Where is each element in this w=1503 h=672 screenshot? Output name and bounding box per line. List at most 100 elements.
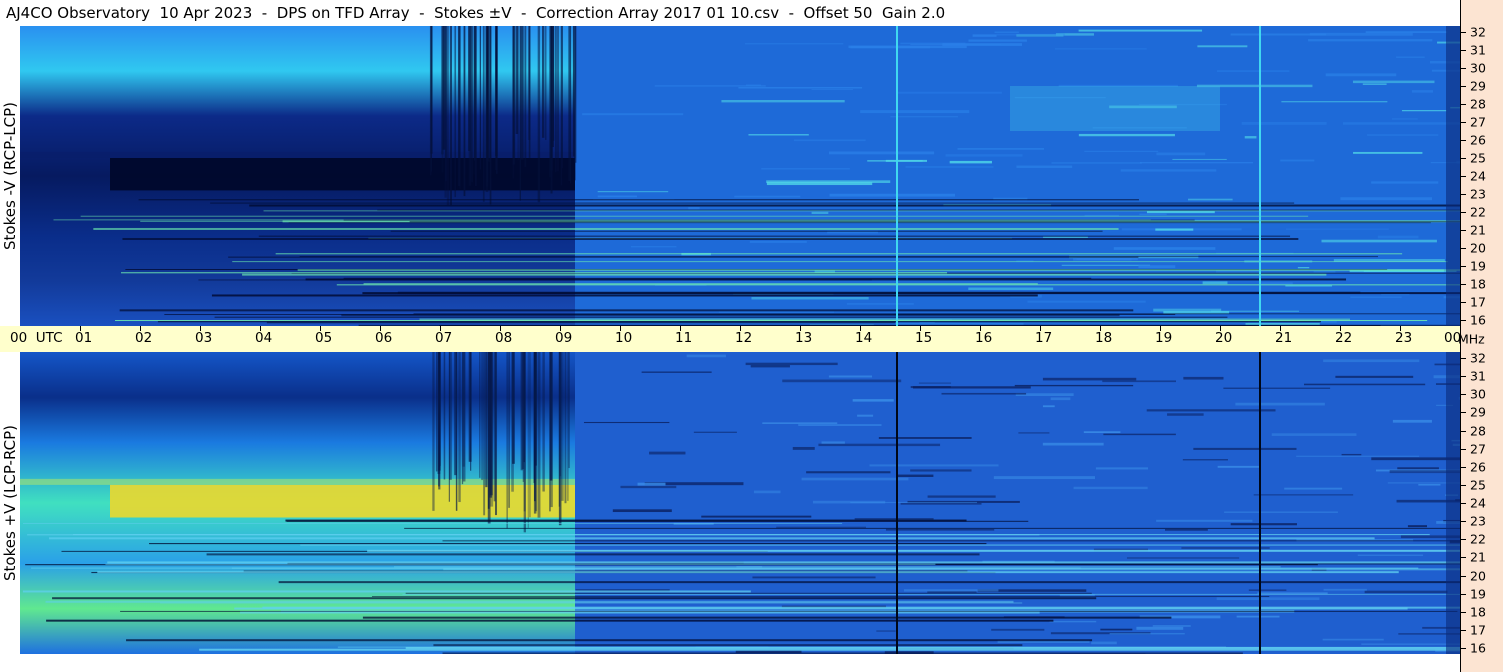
utc-label-12: 12 xyxy=(735,330,753,346)
rfi-line xyxy=(885,529,995,531)
rfi-line xyxy=(905,166,994,168)
mhz-label-bottom-28: 28 xyxy=(1470,423,1486,438)
mhz-tick xyxy=(1461,484,1466,486)
mhz-tick xyxy=(1461,122,1466,123)
mhz-label-top-24: 24 xyxy=(1470,168,1486,184)
utc-label-02: 02 xyxy=(135,330,153,346)
rfi-line xyxy=(1230,523,1297,526)
rfi-line xyxy=(1181,547,1270,549)
band-edge xyxy=(20,152,575,158)
rfi-line xyxy=(792,446,815,450)
rfi-line xyxy=(829,193,956,197)
rfi-line xyxy=(1042,442,1104,446)
rfi-line xyxy=(1146,409,1276,412)
streak xyxy=(553,26,555,141)
rfi-line xyxy=(363,283,1038,285)
mhz-label-bottom-25: 25 xyxy=(1470,477,1486,493)
rfi-line xyxy=(1083,431,1121,434)
rfi-line xyxy=(941,392,1027,395)
rfi-line xyxy=(442,540,1460,542)
rfi-line xyxy=(751,296,869,300)
streak xyxy=(485,352,488,488)
rfi-line xyxy=(1248,589,1287,591)
mhz-tick xyxy=(1461,284,1466,285)
rfi-line xyxy=(749,241,807,243)
rfi-line xyxy=(1095,467,1149,470)
streak xyxy=(529,352,531,518)
rfi-line xyxy=(806,471,891,474)
utc-label-14: 14 xyxy=(855,330,873,346)
rfi-line xyxy=(1138,265,1176,269)
rfi-line xyxy=(240,611,1040,614)
mhz-tick xyxy=(1461,248,1466,249)
spectrogram-bottom xyxy=(20,352,1460,654)
mhz-tick xyxy=(1461,593,1466,595)
rfi-line xyxy=(157,321,1321,323)
ylabel-strip-top: Stokes -V (RCP-LCP) xyxy=(0,26,20,326)
streak xyxy=(495,26,498,171)
rfi-line xyxy=(1165,529,1208,531)
rfi-line xyxy=(1253,494,1354,496)
mhz-label-top-31: 31 xyxy=(1470,42,1486,58)
mhz-tick xyxy=(1461,358,1466,359)
streak xyxy=(517,26,519,161)
vertical-marker xyxy=(1259,352,1261,654)
rfi-line xyxy=(1136,626,1184,630)
rfi-line xyxy=(297,269,1460,272)
mhz-tick xyxy=(1461,394,1466,396)
rfi-line xyxy=(1051,162,1142,164)
rfi-line xyxy=(336,284,1460,286)
rfi-line xyxy=(993,476,1096,480)
mhz-label-top-18: 18 xyxy=(1470,276,1486,292)
utc-label-13: 13 xyxy=(795,330,813,346)
rfi-line xyxy=(1172,158,1227,160)
rfi-line xyxy=(1073,486,1148,490)
rfi-line xyxy=(121,272,948,274)
edge-strip xyxy=(1446,26,1460,326)
rfi-line xyxy=(852,399,894,402)
streak xyxy=(454,26,457,198)
rfi-line xyxy=(793,139,866,142)
mhz-tick xyxy=(1461,212,1466,213)
streak xyxy=(556,26,560,172)
mhz-tick xyxy=(1461,86,1466,87)
rfi-line xyxy=(910,386,951,389)
mhz-tick xyxy=(1461,629,1466,631)
rfi-line xyxy=(890,115,958,118)
rfi-line xyxy=(1230,33,1327,36)
rfi-line xyxy=(1202,281,1228,285)
rfi-line xyxy=(583,421,670,424)
rfi-line xyxy=(1139,213,1167,216)
rfi-line xyxy=(80,215,1309,217)
streak xyxy=(519,26,521,201)
rfi-line xyxy=(443,568,1460,571)
utc-label-18: 18 xyxy=(1095,330,1113,346)
rfi-line xyxy=(1365,31,1448,34)
rfi-line xyxy=(405,592,1092,594)
rfi-line xyxy=(828,375,873,378)
rfi-line xyxy=(1188,198,1233,201)
mhz-label-top-22: 22 xyxy=(1470,204,1486,220)
mhz-label-bottom-18: 18 xyxy=(1470,604,1486,620)
rfi-line xyxy=(750,365,790,368)
mhz-tick xyxy=(1461,176,1466,177)
rfi-line xyxy=(1043,236,1088,239)
utc-label-10: 10 xyxy=(615,330,633,346)
rfi-line xyxy=(1397,467,1439,470)
rfi-line xyxy=(1152,624,1191,627)
rfi-line xyxy=(1049,620,1097,623)
streak xyxy=(559,352,562,477)
rfi-line xyxy=(1078,29,1203,32)
rfi-line xyxy=(597,191,669,193)
rfi-line xyxy=(1236,615,1280,618)
rfi-line xyxy=(818,443,941,447)
streak xyxy=(560,26,563,186)
streak xyxy=(511,352,514,492)
rfi-line xyxy=(27,534,1040,536)
rfi-line xyxy=(1126,557,1240,559)
streak xyxy=(537,352,541,518)
streak xyxy=(535,352,538,512)
streak xyxy=(435,352,438,472)
mhz-label-top-32: 32 xyxy=(1470,24,1486,40)
rfi-line xyxy=(1014,384,1134,387)
